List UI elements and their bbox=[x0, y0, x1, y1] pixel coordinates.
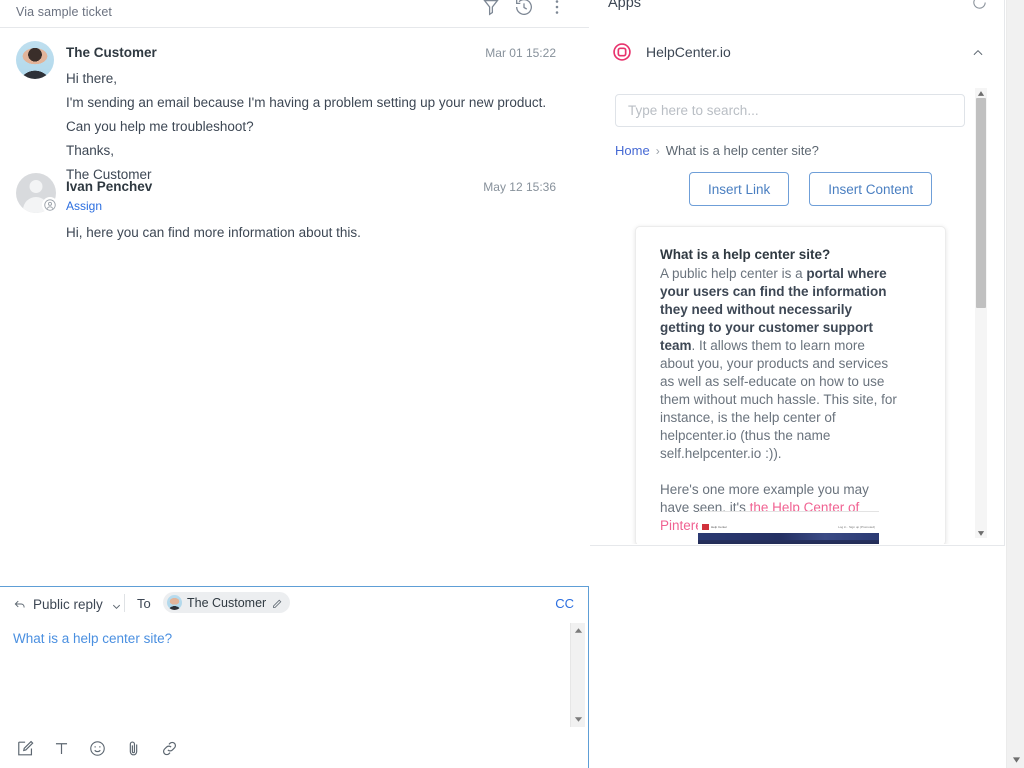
apps-panel-header: Apps bbox=[590, 0, 1004, 19]
composer-header: Public reply To The Customer CC bbox=[0, 587, 587, 621]
chevron-up-icon[interactable] bbox=[971, 46, 985, 60]
ticket-filter-icon[interactable] bbox=[480, 0, 502, 18]
refresh-icon[interactable] bbox=[971, 0, 988, 11]
thumbnail-navbar bbox=[698, 533, 879, 540]
article-body: What is a help center site? A public hel… bbox=[660, 245, 900, 535]
history-clock-icon[interactable] bbox=[513, 0, 535, 18]
avatar bbox=[16, 41, 54, 79]
message-body: Hi, here you can find more information a… bbox=[66, 221, 556, 245]
breadcrumb-home[interactable]: Home bbox=[615, 143, 650, 158]
app-card-header[interactable]: HelpCenter.io bbox=[590, 36, 1004, 80]
recipient-name: The Customer bbox=[187, 595, 267, 610]
thumbnail-topbar: Help Center Log in · Sign up (Promoted) bbox=[698, 524, 879, 530]
reply-composer: Public reply To The Customer CC What is … bbox=[0, 586, 589, 768]
article-preview-card[interactable]: What is a help center site? A public hel… bbox=[635, 226, 946, 544]
insert-link-button[interactable]: Insert Link bbox=[689, 172, 790, 206]
customer-avatar-image bbox=[16, 41, 54, 79]
reply-arrow-icon bbox=[13, 597, 27, 611]
ticket-via-label: Via sample ticket bbox=[16, 5, 112, 19]
page-scrollbar[interactable] bbox=[1006, 0, 1024, 768]
page-scroll-down-icon[interactable] bbox=[1007, 752, 1024, 768]
reply-text-content: What is a help center site? bbox=[13, 631, 173, 646]
conversation-list: The Customer Mar 01 15:22 Hi there, I'm … bbox=[0, 29, 589, 584]
apps-panel: Apps HelpCenter.io Home bbox=[590, 0, 1005, 546]
more-options-icon[interactable] bbox=[546, 0, 568, 18]
article-thumbnail-image: Help Center Log in · Sign up (Promoted) bbox=[698, 511, 879, 544]
assign-link[interactable]: Assign bbox=[66, 199, 102, 213]
insert-content-button[interactable]: Insert Content bbox=[809, 172, 933, 206]
scroll-up-icon[interactable] bbox=[975, 88, 987, 98]
app-content: Home › What is a help center site? Inser… bbox=[590, 84, 1004, 544]
avatar bbox=[16, 173, 58, 213]
message-line: Hi there, bbox=[66, 71, 118, 86]
breadcrumb-current: What is a help center site? bbox=[665, 143, 819, 158]
breadcrumb-separator: › bbox=[655, 143, 660, 158]
to-label: To bbox=[137, 596, 151, 611]
message-body: Hi there, I'm sending an email because I… bbox=[66, 67, 556, 187]
breadcrumb: Home › What is a help center site? bbox=[615, 143, 819, 158]
ticket-header: Via sample ticket bbox=[0, 0, 589, 28]
article-paragraph-1: A public help center is a portal where y… bbox=[660, 265, 900, 463]
attachment-icon[interactable] bbox=[124, 739, 143, 758]
scrollbar-thumb[interactable] bbox=[976, 98, 986, 308]
search-input[interactable] bbox=[615, 94, 965, 127]
composer-divider bbox=[124, 594, 125, 612]
article-p1-pre: A public help center is a bbox=[660, 266, 807, 281]
message-line: I'm sending an email because I'm having … bbox=[66, 95, 547, 134]
message-line: Thanks, bbox=[66, 143, 115, 158]
chevron-down-icon bbox=[111, 599, 122, 610]
message-author: Ivan Penchev bbox=[66, 179, 153, 194]
edit-pencil-icon[interactable] bbox=[271, 597, 283, 609]
scroll-up-icon[interactable] bbox=[571, 623, 586, 638]
compose-macro-icon[interactable] bbox=[16, 739, 35, 758]
ticket-pane: Via sample ticket The Customer Mar 01 15… bbox=[0, 0, 589, 768]
cc-button[interactable]: CC bbox=[555, 596, 574, 611]
composer-scrollbar[interactable] bbox=[570, 623, 585, 727]
article-title: What is a help center site? bbox=[660, 247, 831, 262]
apps-panel-empty-area bbox=[590, 547, 1005, 768]
thumbnail-logo-icon bbox=[702, 524, 709, 530]
article-p1-post: . It allows them to learn more about you… bbox=[660, 338, 897, 461]
scroll-down-icon[interactable] bbox=[975, 528, 987, 538]
reply-type-label: Public reply bbox=[33, 596, 103, 612]
message-timestamp: May 12 15:36 bbox=[483, 180, 556, 194]
lifebuoy-icon bbox=[612, 42, 632, 62]
agent-badge-icon bbox=[42, 197, 58, 213]
apps-title: Apps bbox=[608, 0, 642, 11]
message-timestamp: Mar 01 15:22 bbox=[485, 46, 556, 60]
composer-toolbar bbox=[0, 728, 587, 768]
thumbnail-hero bbox=[698, 540, 879, 544]
link-icon[interactable] bbox=[160, 739, 179, 758]
app-name: HelpCenter.io bbox=[646, 44, 731, 60]
thumbnail-brand: Help Center bbox=[711, 525, 728, 529]
thumbnail-topbar-right: Log in · Sign up (Promoted) bbox=[838, 525, 875, 529]
app-action-buttons: Insert Link Insert Content bbox=[689, 172, 933, 206]
message-line: Hi, here you can find more information a… bbox=[66, 225, 361, 240]
recipient-chip[interactable]: The Customer bbox=[163, 592, 291, 613]
reply-type-selector[interactable]: Public reply bbox=[13, 594, 122, 614]
app-panel-scrollbar[interactable] bbox=[975, 88, 987, 538]
recipient-avatar bbox=[167, 595, 182, 610]
message-author: The Customer bbox=[66, 45, 157, 60]
text-format-icon[interactable] bbox=[52, 739, 71, 758]
scroll-down-icon[interactable] bbox=[571, 712, 586, 727]
reply-text-editor[interactable]: What is a help center site? bbox=[0, 621, 587, 729]
emoji-icon[interactable] bbox=[88, 739, 107, 758]
